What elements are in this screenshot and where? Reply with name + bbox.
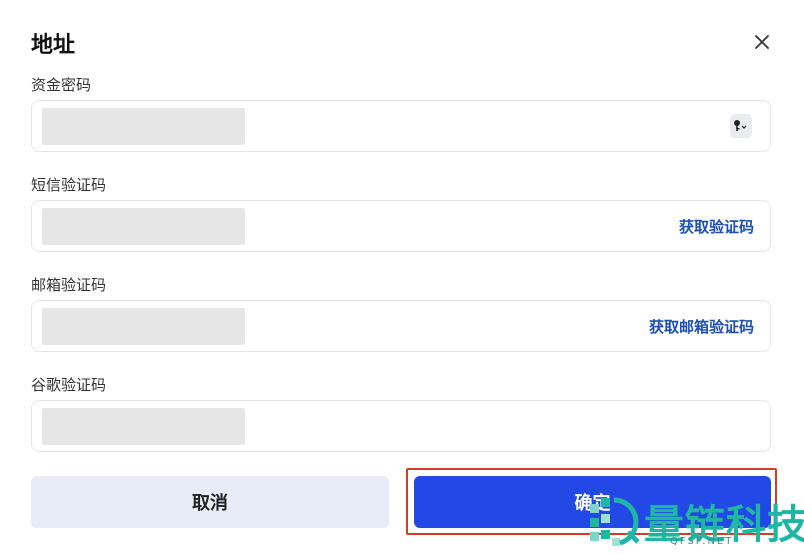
fund-password-input[interactable]	[42, 108, 245, 145]
google-code-input[interactable]	[42, 408, 245, 445]
fund-password-label: 资金密码	[31, 76, 92, 94]
cancel-button[interactable]: 取消	[31, 476, 389, 528]
watermark-subtext: QFSP.NET	[670, 536, 734, 547]
sms-code-input[interactable]	[42, 208, 245, 245]
email-code-field: 获取邮箱验证码	[31, 300, 771, 352]
email-code-label: 邮箱验证码	[31, 276, 107, 294]
dialog-title: 地址	[31, 33, 76, 58]
key-icon	[734, 120, 747, 131]
get-sms-code-link[interactable]: 获取验证码	[679, 216, 754, 237]
fund-password-field	[31, 100, 771, 152]
watermark-logo-icon	[590, 497, 640, 546]
close-icon[interactable]	[755, 35, 769, 49]
sms-code-label: 短信验证码	[31, 176, 107, 194]
close-button[interactable]	[750, 30, 774, 54]
google-code-field	[31, 400, 771, 452]
password-manager-button[interactable]	[730, 114, 752, 138]
email-code-input[interactable]	[42, 308, 245, 345]
get-email-code-link[interactable]: 获取邮箱验证码	[649, 316, 754, 337]
sms-code-field: 获取验证码	[31, 200, 771, 252]
google-code-label: 谷歌验证码	[31, 376, 107, 394]
watermark: 量链科技 QFSP.NET	[584, 492, 804, 554]
